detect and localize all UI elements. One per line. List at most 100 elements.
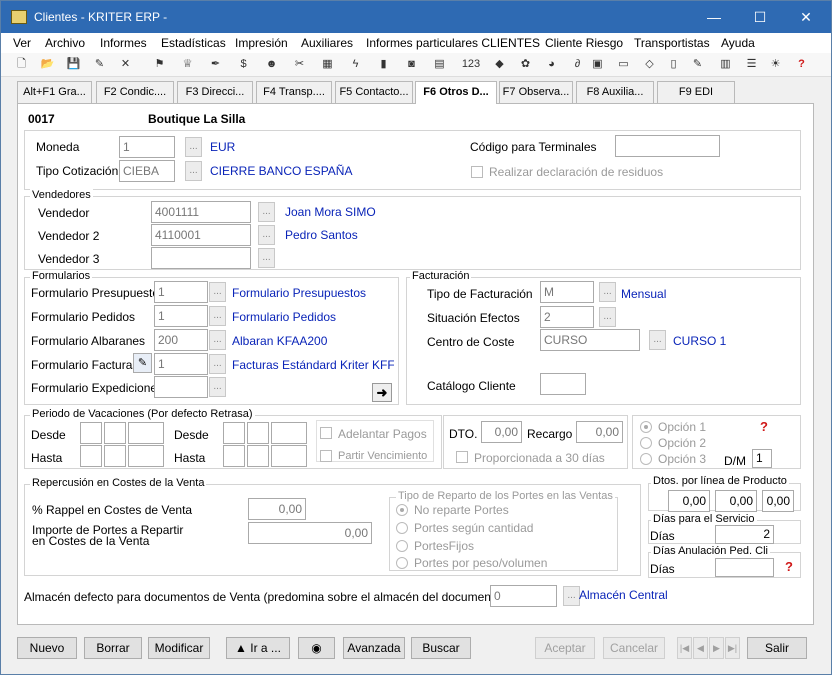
borrar-button[interactable]: Borrar: [84, 637, 142, 659]
numbers-icon[interactable]: 123: [459, 56, 483, 73]
vendedor-3-input[interactable]: [151, 247, 251, 269]
desde2-year-input[interactable]: [271, 422, 307, 444]
hasta-day-input[interactable]: [80, 445, 102, 467]
tab-contactos[interactable]: F5 Contacto...: [335, 81, 413, 103]
tab-direcciones[interactable]: F3 Direcci...: [177, 81, 253, 103]
desde-day-input[interactable]: [80, 422, 102, 444]
tipo-facturacion-input[interactable]: M: [540, 281, 594, 303]
catalogo-input[interactable]: [540, 373, 586, 395]
menu-ver[interactable]: Ver: [13, 36, 31, 50]
help-icon[interactable]: ?: [793, 56, 810, 73]
buscar-button[interactable]: Buscar: [411, 637, 471, 659]
desde-year-input[interactable]: [128, 422, 164, 444]
form-albaranes-input[interactable]: 200: [154, 329, 208, 351]
window-icon[interactable]: ▭: [615, 56, 632, 73]
cotizacion-lookup-button[interactable]: ...: [185, 161, 202, 181]
tab-edi[interactable]: F9 EDI: [657, 81, 735, 103]
chart-pie-icon[interactable]: ◕: [543, 56, 560, 73]
hasta2-day-input[interactable]: [223, 445, 245, 467]
vendedor-2-input[interactable]: 4110001: [151, 224, 251, 246]
tab-observaciones[interactable]: F7 Observa...: [499, 81, 573, 103]
camera-icon[interactable]: ◙: [403, 56, 420, 73]
dto-linea-3-input[interactable]: 0,00: [762, 490, 794, 512]
modificar-button[interactable]: Modificar: [148, 637, 210, 659]
next-record-button[interactable]: ▶: [709, 637, 724, 659]
tipo-facturacion-lookup-button[interactable]: ...: [599, 282, 616, 302]
cotizacion-input[interactable]: CIEBA: [119, 160, 175, 182]
hasta-year-input[interactable]: [128, 445, 164, 467]
money-icon[interactable]: $: [235, 56, 252, 73]
proporcionada-checkbox[interactable]: [456, 451, 468, 463]
centro-coste-lookup-button[interactable]: ...: [649, 330, 666, 350]
opcion-1-radio[interactable]: [640, 421, 652, 433]
lightning-icon[interactable]: ϟ: [347, 56, 364, 73]
car-icon[interactable]: ◆: [491, 56, 508, 73]
calculator-icon[interactable]: ▦: [319, 56, 336, 73]
vendedor-2-lookup-button[interactable]: ...: [258, 225, 275, 245]
form-pedidos-lookup-button[interactable]: ...: [209, 306, 226, 326]
moneda-lookup-button[interactable]: ...: [185, 137, 202, 157]
dto-linea-1-input[interactable]: 0,00: [668, 490, 710, 512]
opcion-3-radio[interactable]: [640, 453, 652, 465]
document-icon[interactable]: ▯: [665, 56, 682, 73]
tab-transporte[interactable]: F4 Transp....: [256, 81, 332, 103]
dias-anulacion-input[interactable]: [715, 558, 774, 577]
desde2-day-input[interactable]: [223, 422, 245, 444]
dm-input[interactable]: 1: [752, 449, 772, 468]
tab-auxiliares[interactable]: F8 Auxilia...: [576, 81, 654, 103]
adelantar-pagos-checkbox[interactable]: [320, 427, 332, 439]
tool-icon[interactable]: ✂: [291, 56, 308, 73]
ir-a-button[interactable]: ▲ Ir a ...: [226, 637, 290, 659]
form-expediciones-input[interactable]: [154, 376, 208, 398]
grid-icon[interactable]: ▤: [431, 56, 448, 73]
hasta2-year-input[interactable]: [271, 445, 307, 467]
calendar-icon[interactable]: ▣: [589, 56, 606, 73]
last-record-button[interactable]: ▶|: [725, 637, 740, 659]
vendedor-1-input[interactable]: 4001111: [151, 201, 251, 223]
no-reparte-radio[interactable]: [396, 504, 408, 516]
menu-archivo[interactable]: Archivo: [45, 36, 85, 50]
first-record-button[interactable]: |◀: [677, 637, 692, 659]
tag-icon[interactable]: ◇: [641, 56, 658, 73]
opcion-2-radio[interactable]: [640, 437, 652, 449]
situacion-efectos-input[interactable]: 2: [540, 306, 594, 328]
desde2-month-input[interactable]: [247, 422, 269, 444]
terminales-input[interactable]: [615, 135, 720, 157]
menu-transportistas[interactable]: Transportistas: [634, 36, 710, 50]
bulb-icon[interactable]: ☀: [767, 56, 784, 73]
tab-condiciones[interactable]: F2 Condic....: [96, 81, 174, 103]
dto-input[interactable]: 0,00: [481, 421, 522, 443]
avanzada-button[interactable]: Avanzada: [343, 637, 405, 659]
partir-vencimiento-checkbox[interactable]: [320, 450, 332, 462]
open-folder-icon[interactable]: 📂: [39, 56, 56, 73]
close-button[interactable]: ✕: [783, 1, 829, 33]
menu-ayuda[interactable]: Ayuda: [721, 36, 755, 50]
aceptar-button[interactable]: Aceptar: [535, 637, 595, 659]
attach-icon[interactable]: ✎: [689, 56, 706, 73]
salir-button[interactable]: Salir: [747, 637, 807, 659]
form-albaranes-lookup-button[interactable]: ...: [209, 330, 226, 350]
vendedor-1-lookup-button[interactable]: ...: [258, 202, 275, 222]
rappel-input[interactable]: 0,00: [248, 498, 306, 520]
dto-linea-2-input[interactable]: 0,00: [715, 490, 757, 512]
almacen-input[interactable]: 0: [490, 585, 557, 607]
form-facturas-input[interactable]: 1: [154, 353, 208, 375]
tree-icon[interactable]: ⚑: [151, 56, 168, 73]
user-icon[interactable]: ☻: [263, 56, 280, 73]
cancelar-button[interactable]: Cancelar: [603, 637, 665, 659]
menu-cliente-riesgo[interactable]: Cliente Riesgo: [545, 36, 623, 50]
nuevo-button[interactable]: Nuevo: [17, 637, 77, 659]
chart-icon[interactable]: ▮: [375, 56, 392, 73]
trophy-icon[interactable]: ♕: [179, 56, 196, 73]
previous-record-button[interactable]: ◀: [693, 637, 708, 659]
edit-icon[interactable]: ✎: [91, 56, 108, 73]
hasta-month-input[interactable]: [104, 445, 126, 467]
maximize-button[interactable]: ☐: [737, 1, 783, 33]
form-expediciones-lookup-button[interactable]: ...: [209, 377, 226, 397]
situacion-efectos-lookup-button[interactable]: ...: [599, 307, 616, 327]
form-presupuestos-lookup-button[interactable]: ...: [209, 282, 226, 302]
moneda-input[interactable]: 1: [119, 136, 175, 158]
form-presupuestos-input[interactable]: 1: [154, 281, 208, 303]
centro-coste-input[interactable]: CURSO: [540, 329, 640, 351]
minimize-button[interactable]: —: [691, 1, 737, 33]
